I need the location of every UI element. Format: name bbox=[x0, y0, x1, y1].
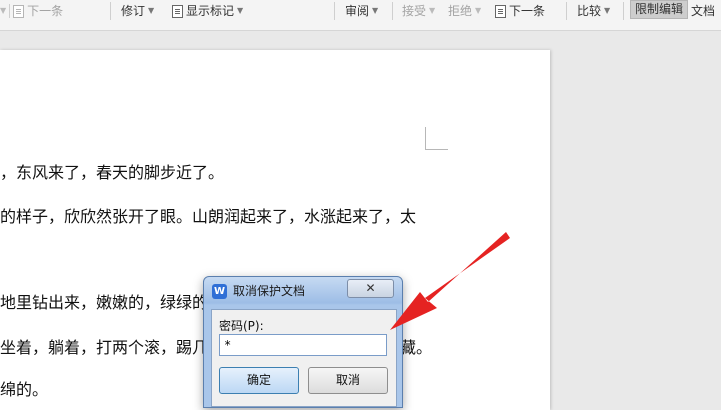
compare-label: 比较 bbox=[577, 4, 602, 18]
next-change-button[interactable]: 下一条 bbox=[495, 0, 545, 22]
show-markup-button[interactable]: 显示标记 ▼ bbox=[172, 0, 243, 22]
cancel-button[interactable]: 取消 bbox=[308, 367, 388, 394]
dialog-close-button[interactable]: ✕ bbox=[347, 279, 394, 298]
review-button[interactable]: 审阅 ▼ bbox=[345, 0, 378, 22]
next-item-icon bbox=[495, 4, 506, 18]
close-icon: ✕ bbox=[365, 281, 376, 295]
show-markup-icon bbox=[172, 4, 183, 18]
accept-button[interactable]: 接受 ▼ bbox=[402, 0, 435, 22]
prev-change-button[interactable]: ▼ 下一条 bbox=[0, 0, 63, 22]
reject-button[interactable]: 拒绝 ▼ bbox=[448, 0, 481, 22]
next-change-label: 下一条 bbox=[509, 4, 546, 18]
dialog-title: 取消保护文档 bbox=[233, 284, 306, 298]
wps-writer-logo-icon: W bbox=[212, 284, 227, 299]
toolbar-separator bbox=[623, 2, 624, 20]
previous-item-icon bbox=[13, 4, 25, 18]
review-toolbar: ▼ 下一条 修订 ▼ 显示标记 ▼ 审阅 ▼ 接受 ▼ 拒绝 ▼ 下一条 比较 … bbox=[0, 0, 721, 31]
toolbar-separator bbox=[334, 2, 335, 20]
page-margin-corner-mark bbox=[425, 127, 448, 150]
dropdown-caret-icon: ▼ bbox=[0, 6, 7, 15]
document-text-line-2: 的样子，欣欣然张开了眼。山朗润起来了，水涨起来了，太 bbox=[0, 207, 417, 226]
unprotect-document-dialog: W 取消保护文档 ✕ 密码(P): * 确定 取消 bbox=[203, 276, 403, 408]
toolbar-separator bbox=[110, 2, 111, 20]
dropdown-caret-icon: ▼ bbox=[475, 6, 482, 15]
toolbar-separator bbox=[566, 2, 567, 20]
dropdown-caret-icon: ▼ bbox=[604, 6, 611, 15]
restrict-editing-button[interactable]: 限制编辑 bbox=[630, 0, 689, 19]
dropdown-caret-icon: ▼ bbox=[372, 6, 379, 15]
document-text-line-1: ，东风来了，春天的脚步近了。 bbox=[0, 163, 225, 182]
reject-label: 拒绝 bbox=[448, 4, 473, 18]
document-text-line-5: 绵的。 bbox=[0, 380, 49, 399]
compare-button[interactable]: 比较 ▼ bbox=[577, 0, 610, 22]
password-label: 密码(P): bbox=[219, 319, 264, 333]
dialog-body: 密码(P): * 确定 取消 bbox=[211, 309, 397, 407]
revise-label: 修订 bbox=[121, 4, 146, 18]
ok-button[interactable]: 确定 bbox=[219, 367, 299, 394]
revise-button[interactable]: 修订 ▼ bbox=[121, 0, 154, 22]
toolbar-separator bbox=[392, 2, 393, 20]
toolbar-separator bbox=[9, 4, 11, 18]
prev-change-label: 下一条 bbox=[27, 4, 64, 18]
dropdown-caret-icon: ▼ bbox=[429, 6, 436, 15]
accept-label: 接受 bbox=[402, 4, 427, 18]
dropdown-caret-icon: ▼ bbox=[148, 6, 155, 15]
password-input[interactable]: * bbox=[219, 334, 387, 356]
document-button[interactable]: 文档 bbox=[691, 0, 715, 22]
document-label: 文档 bbox=[691, 4, 716, 18]
document-text-line-3: 地里钻出来，嫩嫩的，绿绿的。 bbox=[0, 293, 225, 312]
dropdown-caret-icon: ▼ bbox=[237, 6, 244, 15]
review-label: 审阅 bbox=[345, 4, 370, 18]
show-markup-label: 显示标记 bbox=[186, 4, 235, 18]
